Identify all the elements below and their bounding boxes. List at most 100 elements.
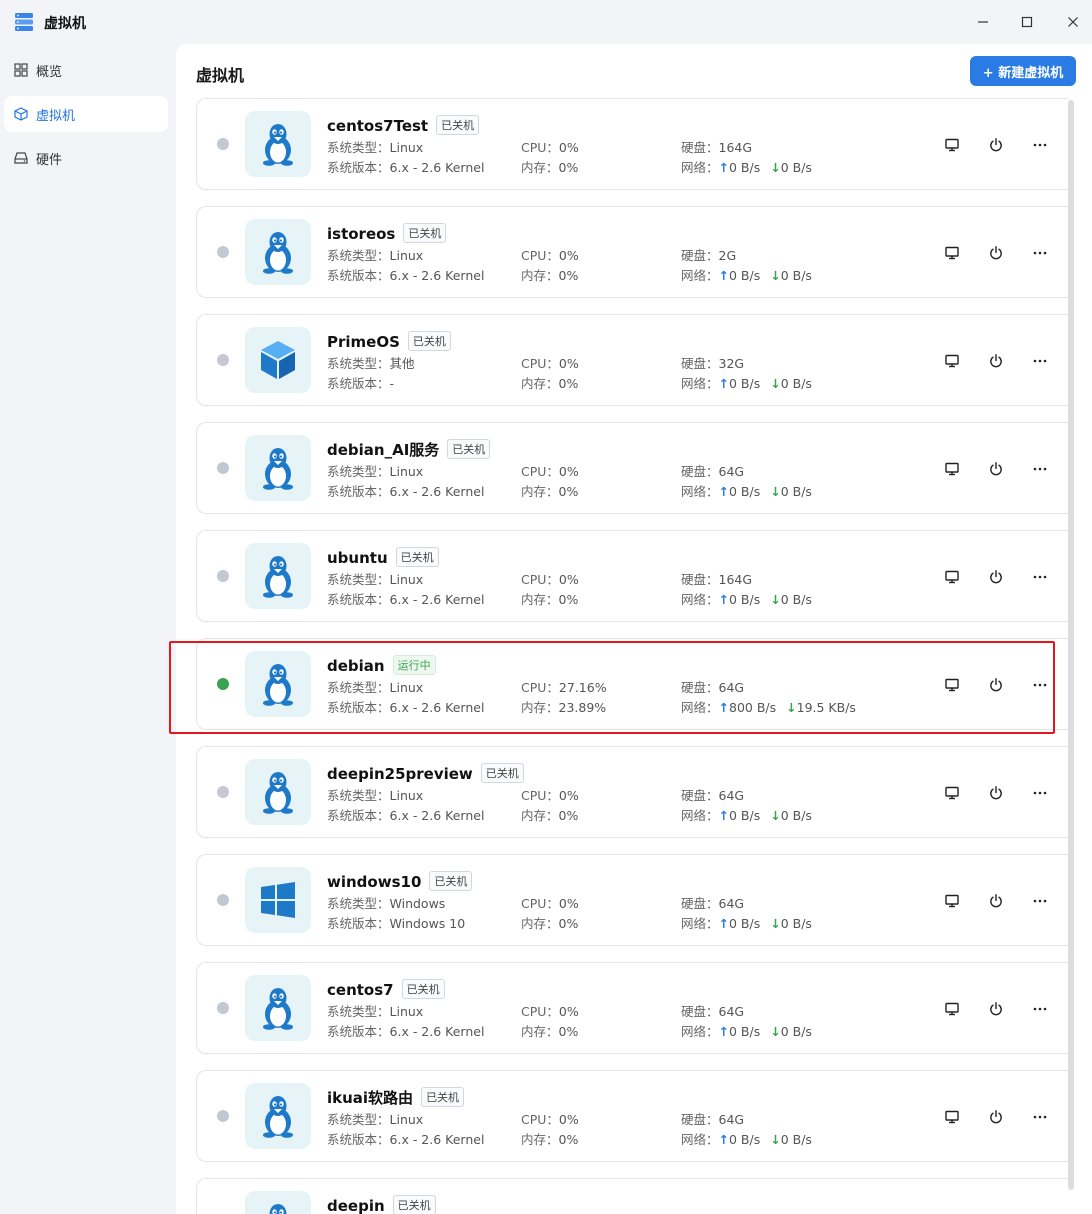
memory-usage: 内存：0% bbox=[521, 265, 578, 284]
os-type-value: Linux bbox=[389, 572, 424, 587]
more-icon bbox=[1033, 143, 1047, 147]
power-button[interactable] bbox=[983, 1104, 1009, 1130]
network-speed: 网络：↑0 B/s ↓0 B/s bbox=[681, 1021, 812, 1040]
memory-label: 内存： bbox=[521, 1024, 559, 1039]
new-vm-button[interactable]: + 新建虚拟机 bbox=[970, 56, 1076, 86]
power-icon bbox=[990, 786, 1002, 800]
power-button[interactable] bbox=[983, 996, 1009, 1022]
os-version-label: 系统版本： bbox=[327, 808, 390, 823]
close-button[interactable] bbox=[1058, 8, 1088, 36]
more-button[interactable] bbox=[1027, 780, 1053, 806]
vm-card-2[interactable]: PrimeOS 已关机 系统类型：其他 系统版本：- CPU：0% 内存：0% 硬… bbox=[196, 314, 1068, 406]
console-button[interactable] bbox=[939, 132, 965, 158]
more-button[interactable] bbox=[1027, 996, 1053, 1022]
os-type: 系统类型：Linux bbox=[327, 137, 423, 156]
power-button[interactable] bbox=[983, 348, 1009, 374]
more-button[interactable] bbox=[1027, 240, 1053, 266]
vm-card-8[interactable]: centos7 已关机 系统类型：Linux 系统版本：6.x - 2.6 Ker… bbox=[196, 962, 1068, 1054]
window-title: 虚拟机 bbox=[44, 16, 86, 32]
cube-icon bbox=[14, 107, 28, 121]
power-button[interactable] bbox=[983, 240, 1009, 266]
console-button[interactable] bbox=[939, 1104, 965, 1130]
windows-logo-icon bbox=[245, 867, 311, 933]
disk-size: 硬盘：64G bbox=[681, 893, 744, 912]
disk-value: 164G bbox=[718, 140, 753, 155]
power-button[interactable] bbox=[983, 456, 1009, 482]
console-button[interactable] bbox=[939, 348, 965, 374]
arrow-up-icon: ↑ bbox=[718, 700, 729, 715]
memory-usage: 内存：0% bbox=[521, 157, 578, 176]
network-label: 网络： bbox=[681, 376, 719, 391]
linux-penguin-icon bbox=[245, 651, 311, 717]
console-button[interactable] bbox=[939, 888, 965, 914]
power-button[interactable] bbox=[983, 888, 1009, 914]
maximize-button[interactable] bbox=[1012, 8, 1042, 36]
sidebar-item-vm[interactable]: 虚拟机 bbox=[4, 96, 168, 132]
memory-usage: 内存：0% bbox=[521, 1021, 578, 1040]
vm-name: deepin 已关机 bbox=[327, 1195, 436, 1214]
more-button[interactable] bbox=[1027, 564, 1053, 590]
vm-card-7[interactable]: windows10 已关机 系统类型：Windows 系统版本：Windows 1… bbox=[196, 854, 1068, 946]
status-dot bbox=[217, 462, 229, 474]
vm-card-10[interactable]: deepin已关机 系统类型：Linux 系统版本：6.x - 2.6 Kern… bbox=[196, 1178, 1068, 1214]
sidebar-item-overview[interactable]: 概览 bbox=[4, 52, 168, 88]
arrow-down-icon: ↓ bbox=[770, 268, 781, 283]
vm-card-0[interactable]: centos7Test 已关机 系统类型：Linux 系统版本：6.x - 2.6… bbox=[196, 98, 1068, 190]
vm-name: debian_AI服务 已关机 bbox=[327, 439, 491, 460]
status-badge: 已关机 bbox=[407, 331, 451, 351]
console-button[interactable] bbox=[939, 780, 965, 806]
net-down-value: 0 B/s bbox=[780, 808, 812, 823]
scrollbar[interactable] bbox=[1068, 100, 1074, 1190]
disk-size: 硬盘：164G bbox=[681, 569, 752, 588]
vm-card-1[interactable]: istoreos 已关机 系统类型：Linux 系统版本：6.x - 2.6 Ke… bbox=[196, 206, 1068, 298]
network-label: 网络： bbox=[681, 1132, 719, 1147]
vm-card-9[interactable]: ikuai软路由 已关机 系统类型：Linux 系统版本：6.x - 2.6 Ke… bbox=[196, 1070, 1068, 1162]
vm-card-5[interactable]: debian 运行中 系统类型：Linux 系统版本：6.x - 2.6 Kern… bbox=[196, 638, 1068, 730]
arrow-up-icon: ↑ bbox=[718, 592, 729, 607]
power-button[interactable] bbox=[983, 672, 1009, 698]
vm-card-4[interactable]: ubuntu 已关机 系统类型：Linux 系统版本：6.x - 2.6 Kern… bbox=[196, 530, 1068, 622]
arrow-down-icon: ↓ bbox=[770, 916, 781, 931]
more-button[interactable] bbox=[1027, 1104, 1053, 1130]
more-button[interactable] bbox=[1027, 672, 1053, 698]
console-button[interactable] bbox=[939, 456, 965, 482]
os-type-value: Linux bbox=[389, 140, 424, 155]
memory-usage: 内存：0% bbox=[521, 589, 578, 608]
power-button[interactable] bbox=[983, 780, 1009, 806]
sidebar-item-hardware[interactable]: 硬件 bbox=[4, 140, 168, 176]
cpu-value: 0% bbox=[558, 248, 579, 263]
arrow-up-icon: ↑ bbox=[718, 808, 729, 823]
vm-actions bbox=[939, 348, 1053, 374]
more-button[interactable] bbox=[1027, 132, 1053, 158]
more-icon bbox=[1033, 683, 1047, 687]
status-badge: 已关机 bbox=[480, 763, 524, 783]
more-button[interactable] bbox=[1027, 456, 1053, 482]
power-icon bbox=[990, 1002, 1002, 1016]
more-button[interactable] bbox=[1027, 348, 1053, 374]
console-button[interactable] bbox=[939, 996, 965, 1022]
cpu-usage: CPU：0% bbox=[521, 1001, 579, 1020]
power-icon bbox=[990, 570, 1002, 584]
arrow-down-icon: ↓ bbox=[770, 160, 781, 175]
os-version-label: 系统版本： bbox=[327, 1024, 390, 1039]
vm-name: centos7Test 已关机 bbox=[327, 115, 480, 135]
vm-card-6[interactable]: deepin25preview 已关机 系统类型：Linux 系统版本：6.x -… bbox=[196, 746, 1068, 838]
memory-value: 0% bbox=[558, 916, 579, 931]
status-dot bbox=[217, 1110, 229, 1122]
network-speed: 网络：↑800 B/s ↓19.5 KB/s bbox=[681, 697, 856, 716]
os-version-value: 6.x - 2.6 Kernel bbox=[389, 1024, 485, 1039]
net-down-value: 19.5 KB/s bbox=[796, 700, 856, 715]
power-button[interactable] bbox=[983, 132, 1009, 158]
console-button[interactable] bbox=[939, 672, 965, 698]
cpu-value: 0% bbox=[558, 140, 579, 155]
vm-name-text: debian bbox=[327, 657, 385, 675]
minimize-button[interactable] bbox=[968, 8, 998, 36]
vm-card-3[interactable]: debian_AI服务 已关机 系统类型：Linux 系统版本：6.x - 2.6… bbox=[196, 422, 1068, 514]
network-speed: 网络：↑0 B/s ↓0 B/s bbox=[681, 481, 812, 500]
console-button[interactable] bbox=[939, 564, 965, 590]
console-button[interactable] bbox=[939, 240, 965, 266]
more-button[interactable] bbox=[1027, 888, 1053, 914]
monitor-icon bbox=[945, 462, 959, 476]
power-button[interactable] bbox=[983, 564, 1009, 590]
os-version: 系统版本：6.x - 2.6 Kernel bbox=[327, 481, 484, 500]
